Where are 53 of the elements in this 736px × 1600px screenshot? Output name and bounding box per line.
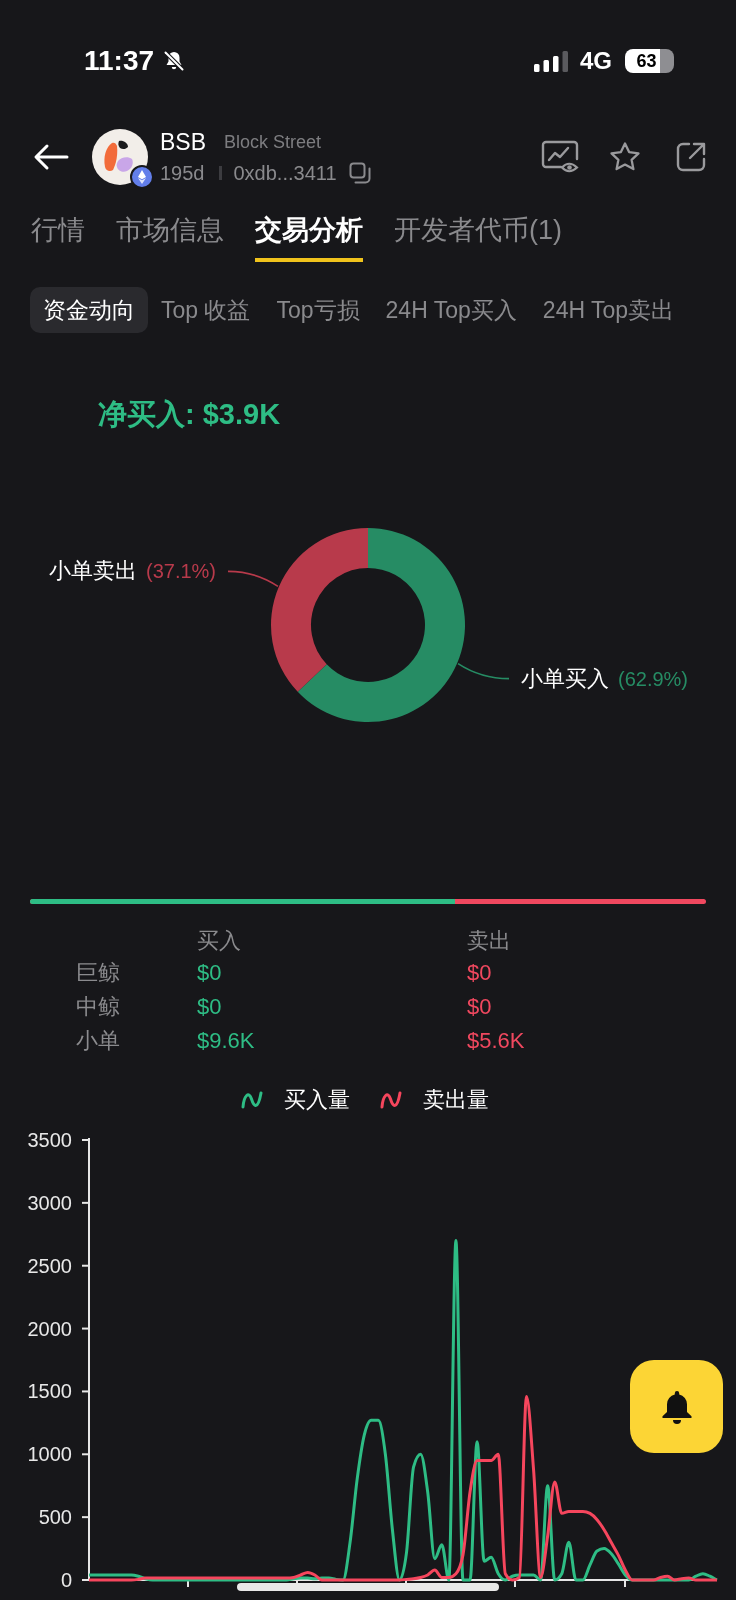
star-icon[interactable] bbox=[609, 141, 641, 173]
table-cell: $9.6K bbox=[197, 1027, 255, 1055]
filter-tab[interactable]: 24H Top买入 bbox=[372, 287, 530, 333]
filter-tab[interactable]: Top 收益 bbox=[148, 287, 264, 333]
column-header: 卖出 bbox=[467, 927, 511, 955]
slice-label: 小单买入 bbox=[521, 664, 609, 693]
tab[interactable]: 交易分析 bbox=[255, 192, 363, 262]
row-label: 中鲸 bbox=[76, 993, 120, 1021]
tab[interactable]: 开发者代币(1) bbox=[394, 192, 562, 262]
y-tick-label: 2500 bbox=[27, 1254, 72, 1277]
filter-tab[interactable]: 24H Top卖出 bbox=[529, 287, 688, 333]
y-tick-label: 500 bbox=[38, 1506, 72, 1529]
table-cell: $5.6K bbox=[467, 1027, 525, 1055]
y-tick-label: 0 bbox=[60, 1569, 72, 1591]
share-icon[interactable] bbox=[675, 141, 707, 173]
table-cell: $0 bbox=[467, 959, 492, 987]
back-arrow-icon[interactable] bbox=[33, 143, 69, 171]
legend-label: 买入量 bbox=[284, 1086, 350, 1114]
filter-tab[interactable]: Top亏损 bbox=[263, 287, 373, 333]
slice-label: 小单卖出 bbox=[48, 557, 137, 586]
network-type: 4G bbox=[580, 47, 612, 75]
token-name: Block Street bbox=[224, 130, 322, 154]
tab[interactable]: 行情 bbox=[31, 192, 85, 262]
row-label: 小单 bbox=[76, 1027, 120, 1055]
status-time: 11:37 bbox=[84, 45, 155, 77]
tab[interactable]: 市场信息 bbox=[116, 192, 224, 262]
legend-label: 卖出量 bbox=[423, 1086, 489, 1114]
y-tick-label: 1500 bbox=[27, 1380, 72, 1403]
slice-percent: (37.1%) bbox=[145, 559, 216, 585]
net-buy-amount: 净买入: $3.9K bbox=[98, 397, 281, 431]
ethereum-badge-icon bbox=[130, 165, 154, 189]
y-tick-label: 1000 bbox=[27, 1443, 72, 1466]
chart-eye-icon[interactable] bbox=[541, 140, 579, 174]
table-cell: $0 bbox=[197, 959, 222, 987]
leader-line bbox=[227, 570, 279, 588]
signal-icon bbox=[534, 50, 568, 72]
leader-line bbox=[457, 662, 510, 680]
token-age: 195d bbox=[160, 160, 205, 186]
alert-button[interactable] bbox=[630, 1360, 723, 1453]
filter-tab[interactable]: 资金动向 bbox=[30, 287, 148, 333]
table-cell: $0 bbox=[197, 993, 222, 1021]
row-label: 巨鲸 bbox=[76, 959, 120, 987]
slice-percent: (62.9%) bbox=[618, 666, 689, 692]
copy-icon[interactable] bbox=[348, 161, 371, 184]
table-cell: $0 bbox=[467, 993, 492, 1021]
token-symbol: BSB bbox=[160, 127, 207, 156]
silent-mode-icon bbox=[162, 49, 187, 73]
contract-address: 0xdb...3411 bbox=[233, 160, 337, 186]
battery-level: 63 bbox=[625, 49, 674, 73]
y-tick-label: 3000 bbox=[27, 1191, 72, 1214]
y-tick-label: 3500 bbox=[27, 1129, 72, 1151]
y-tick-label: 2000 bbox=[27, 1317, 72, 1340]
column-header: 买入 bbox=[197, 927, 241, 955]
